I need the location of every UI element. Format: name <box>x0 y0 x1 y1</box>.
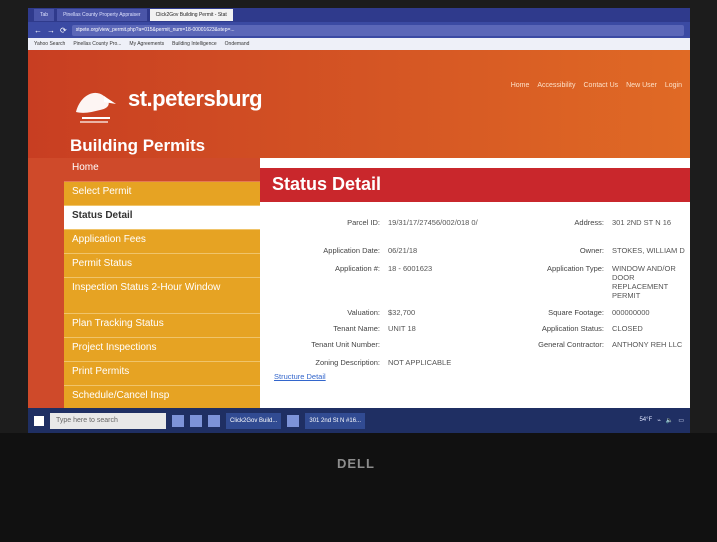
top-nav-contact-us[interactable]: Contact Us <box>584 82 619 89</box>
tenant-name-value: UNIT 18 <box>388 324 416 333</box>
windows-start-icon[interactable] <box>34 415 44 426</box>
dell-logo: DELL <box>337 456 375 471</box>
browser-tab-bar: Tab Pinellas County Property Appraiser C… <box>28 8 690 22</box>
owner-label: Owner: <box>579 246 604 255</box>
top-nav-accessibility[interactable]: Accessibility <box>537 82 575 89</box>
edge-icon[interactable] <box>190 414 202 427</box>
application-status-value: CLOSED <box>612 324 643 333</box>
taskbar-search-field[interactable]: Type here to search <box>50 412 166 429</box>
general-contractor-value: ANTHONY REH LLC <box>612 340 683 349</box>
site-logo-text[interactable]: st.petersburg <box>128 86 263 112</box>
bookmark[interactable]: Building Intelligence <box>172 41 216 47</box>
address-value: 301 2ND ST N 16 <box>612 218 672 227</box>
battery-icon[interactable]: ▭ <box>678 417 684 424</box>
bookmark[interactable]: Pinellas County Pro... <box>73 41 121 47</box>
zoning-description-label: Zoning Description: <box>315 358 380 367</box>
sidebar-item-application-fees[interactable]: Application Fees <box>64 230 260 254</box>
address-bar: ← → ⟳ stpete.org/view_permit.php?a=015&p… <box>28 22 690 38</box>
bookmark[interactable]: Ondemand <box>225 41 250 47</box>
laptop-screen: Tab Pinellas County Property Appraiser C… <box>28 8 690 433</box>
application-date-value: 06/21/18 <box>388 246 418 255</box>
site-subtitle: Building Permits <box>70 136 206 155</box>
sidebar-item-inspection-status[interactable]: Inspection Status 2-Hour Window <box>64 278 260 314</box>
sidebar-item-select-permit[interactable]: Select Permit <box>64 182 260 206</box>
structure-detail-link[interactable]: Structure Detail <box>274 372 326 381</box>
sidebar-item-project-inspections[interactable]: Project Inspections <box>64 338 260 362</box>
browser-tab[interactable]: Tab <box>34 9 55 21</box>
square-footage-label: Square Footage: <box>548 308 604 317</box>
tenant-name-label: Tenant Name: <box>333 324 380 333</box>
general-contractor-label: General Contractor: <box>538 340 604 349</box>
url-field[interactable]: stpete.org/view_permit.php?a=015&permit_… <box>71 24 684 36</box>
browser-tab[interactable]: Pinellas County Property Appraiser <box>57 9 147 21</box>
laptop-bezel <box>0 433 717 542</box>
pelican-logo-icon <box>70 78 118 126</box>
sidebar-item-print-permits[interactable]: Print Permits <box>64 362 260 386</box>
taskbar-item-click2gov[interactable]: Click2Gov Build... <box>226 412 282 429</box>
valuation-label: Valuation: <box>347 308 380 317</box>
file-explorer-icon[interactable] <box>208 414 220 427</box>
sidebar: Home Select Permit Status Detail Applica… <box>64 158 260 433</box>
parcel-id-label: Parcel ID: <box>347 218 380 227</box>
bookmark[interactable]: My Agreements <box>129 41 164 47</box>
bookmark[interactable]: Yahoo Search <box>34 41 65 47</box>
top-nav-home[interactable]: Home <box>511 82 530 89</box>
parcel-id-value: 19/31/17/27456/002/018 0/ <box>388 218 478 227</box>
sidebar-item-schedule-cancel-insp[interactable]: Schedule/Cancel Insp <box>64 386 260 410</box>
application-number-value: 18 - 6001623 <box>388 264 433 273</box>
square-footage-value: 000000000 <box>612 308 650 317</box>
bookmarks-bar: Yahoo Search Pinellas County Pro... My A… <box>28 38 690 50</box>
network-icon[interactable]: ⌁ <box>657 417 661 424</box>
application-type-label: Application Type: <box>547 264 604 273</box>
application-type-value: WINDOW AND/OR DOOR REPLACEMENT PERMIT <box>612 264 676 300</box>
taskbar-item-pdf[interactable]: 301 2nd St N #16... <box>305 412 366 429</box>
application-date-label: Application Date: <box>323 246 380 255</box>
sidebar-item-permit-status[interactable]: Permit Status <box>64 254 260 278</box>
main-content: Status Detail Parcel ID: 19/31/17/27456/… <box>260 158 690 433</box>
back-icon[interactable]: ← <box>34 26 42 35</box>
address-label: Address: <box>574 218 604 227</box>
owner-value: STOKES, WILLIAM D <box>612 246 685 255</box>
site-header: st.petersburg Building Permits Home Acce… <box>28 50 690 158</box>
forward-icon[interactable]: → <box>47 26 55 35</box>
chrome-icon[interactable] <box>287 414 300 427</box>
reload-icon[interactable]: ⟳ <box>60 26 67 35</box>
top-nav-new-user[interactable]: New User <box>626 82 657 89</box>
zoning-description-value: NOT APPLICABLE <box>388 358 452 367</box>
application-status-label: Application Status: <box>541 324 604 333</box>
top-nav: Home Accessibility Contact Us New User L… <box>511 82 682 89</box>
page-title: Status Detail <box>272 174 382 194</box>
title-bar: Status Detail <box>260 168 690 202</box>
os-taskbar: Type here to search Click2Gov Build... 3… <box>28 408 690 433</box>
valuation-value: $32,700 <box>388 308 416 317</box>
task-view-icon[interactable] <box>172 414 184 427</box>
taskbar-system-tray: 54°F ⌁ 🔈 ▭ <box>639 417 684 424</box>
sidebar-item-status-detail[interactable]: Status Detail <box>64 206 260 230</box>
top-nav-login[interactable]: Login <box>665 82 682 89</box>
tenant-unit-number-label: Tenant Unit Number: <box>311 340 380 349</box>
sidebar-item-plan-tracking-status[interactable]: Plan Tracking Status <box>64 314 260 338</box>
application-number-label: Application #: <box>334 264 380 273</box>
sidebar-item-home[interactable]: Home <box>64 158 260 182</box>
volume-icon[interactable]: 🔈 <box>666 417 673 424</box>
temperature: 54°F <box>639 417 653 423</box>
browser-tab-active[interactable]: Click2Gov Building Permit - Stat <box>149 9 233 21</box>
